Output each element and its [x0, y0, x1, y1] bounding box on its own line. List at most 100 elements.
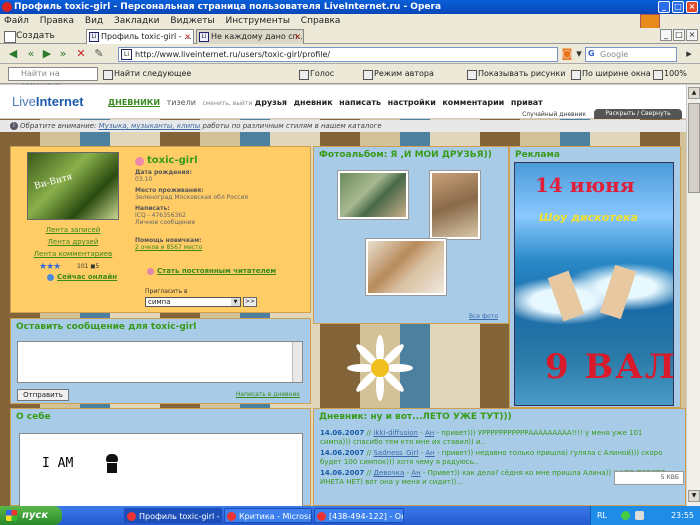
random-diary-link[interactable]: Случайный дневник [522, 111, 586, 118]
tab-minimize-icon[interactable]: _ [660, 29, 672, 41]
forward-icon[interactable]: ▶ [40, 47, 54, 61]
vertical-scrollbar[interactable]: ▲ ▼ [686, 85, 700, 506]
search-input[interactable]: G Google [585, 47, 677, 62]
tab-close-icon[interactable]: × [184, 30, 191, 44]
url-field[interactable]: Li http://www.liveinternet.ru/users/toxi… [118, 47, 558, 62]
scroll-up-icon[interactable]: ▲ [688, 87, 700, 99]
volume-tray-icon[interactable] [635, 511, 644, 520]
all-photos-link[interactable]: Все фото [469, 313, 498, 320]
nav-diary[interactable]: дневник [294, 98, 333, 107]
taskbar: пуск Профиль toxic-girl - ... Критика - … [0, 506, 700, 525]
search-placeholder: Google [600, 50, 629, 59]
ad-banner[interactable]: 14 июня Шоу дискотека 9 ВАЛ [514, 162, 674, 406]
send-button[interactable]: Отправить [17, 389, 69, 401]
taskbar-item-opera[interactable]: Профиль toxic-girl - ... [124, 508, 222, 523]
dropdown-icon[interactable]: ▾ [572, 47, 586, 61]
url-text: http://www.liveinternet.ru/users/toxic-g… [135, 50, 331, 59]
about-text: I AM [42, 456, 74, 471]
tab-close-all-icon[interactable]: × [686, 29, 698, 41]
search-go-icon[interactable]: ▸ [682, 47, 696, 61]
message-textarea[interactable] [17, 341, 303, 383]
start-button[interactable]: пуск [0, 506, 62, 525]
author-mode-button[interactable]: Режим автора [362, 67, 434, 81]
tab-profile[interactable]: Li Профиль toxic-girl - ... × [86, 29, 194, 44]
rewind-icon[interactable]: « [24, 47, 38, 61]
scroll-down-icon[interactable]: ▼ [688, 490, 700, 502]
nav-settings[interactable]: настройки [388, 98, 436, 107]
about-block: О себе I AM [10, 408, 311, 506]
new-tab-button[interactable]: Создать вкладку [2, 29, 78, 55]
invite-go-button[interactable]: >> [243, 297, 257, 307]
tab-second[interactable]: Li Не каждому дано сп... × [196, 29, 304, 44]
photo-thumb[interactable] [430, 171, 480, 239]
fit-width-button[interactable]: По ширине окна [570, 67, 651, 81]
invite-select[interactable]: симпа [145, 297, 241, 307]
zoom-control[interactable]: 100% [652, 67, 687, 81]
menu-help[interactable]: Справка [301, 16, 341, 26]
message-block: Оставить сообщение для toxic-girl Отправ… [10, 318, 311, 404]
ad-date: 14 июня [535, 173, 635, 197]
menu-tools[interactable]: Инструменты [226, 16, 290, 26]
window-title-bar: Профиль toxic-girl - Персональная страни… [0, 0, 700, 14]
lang-indicator[interactable]: RL [597, 506, 607, 525]
taskbar-item-word[interactable]: Критика - Microsoft ... [224, 508, 312, 523]
feed-friends-link[interactable]: Лента друзей [11, 238, 135, 246]
help-link[interactable]: 2 очков и 8567 место [135, 244, 202, 251]
menu-widgets[interactable]: Виджеты [170, 16, 214, 26]
find-next-button[interactable]: Найти следующее [102, 67, 191, 81]
back-icon[interactable]: ◀ [6, 47, 20, 61]
field-help: Помощь новичкам: 2 очков и 8567 место [135, 237, 203, 251]
menu-view[interactable]: Вид [85, 16, 103, 26]
photo-thumb[interactable] [338, 171, 408, 219]
minimize-icon[interactable]: _ [658, 1, 670, 13]
expand-collapse-button[interactable]: Раскрыть / Свернуть [594, 109, 682, 119]
nav-interests[interactable]: тизели [167, 98, 196, 107]
taskbar-item-icq[interactable]: [438-494-122] - Окн... [314, 508, 404, 523]
liveinternet-favicon-icon: Li [89, 32, 99, 42]
avatar[interactable]: Ви-Витя [27, 152, 119, 220]
username[interactable]: toxic-girl [135, 155, 198, 166]
liveinternet-favicon-icon: Li [199, 32, 209, 42]
maximize-icon[interactable]: □ [672, 1, 684, 13]
nav-diaries[interactable]: ДНЕВНИКИ [108, 98, 160, 107]
feed-posts-link[interactable]: Лента записей [11, 226, 135, 234]
close-icon[interactable]: × [686, 1, 698, 13]
photo-thumb[interactable] [366, 239, 446, 295]
find-input[interactable]: Найти на странице [8, 67, 98, 90]
ad-title: Реклама [515, 150, 560, 160]
window-title: Профиль toxic-girl - Персональная страни… [14, 2, 442, 12]
nav-comments[interactable]: комментарии [442, 98, 504, 107]
tab-close-icon[interactable]: × [294, 30, 301, 44]
nav-interests-note[interactable]: сменить, выйти [202, 100, 252, 107]
nav-private[interactable]: приват [511, 98, 543, 107]
write-diary-link[interactable]: Написать в дневник [236, 391, 300, 398]
edit-icon[interactable]: ✎ [92, 47, 106, 61]
diary-block: Дневник: ну и вот...ЛЕТО УЖЕ ТУТ))) 14.0… [313, 408, 686, 506]
ad-block: Реклама 14 июня Шоу дискотека 9 ВАЛ [509, 146, 681, 408]
voice-button[interactable]: Голос [298, 67, 334, 81]
clock: 23:55 [670, 511, 694, 520]
notice-link[interactable]: Музыка, музыканты, клипы [99, 122, 201, 130]
photo-album-title: Фотоальбом: Я ,И МОИ ДРУЗЬЯ)) [319, 150, 492, 160]
subscribe-link[interactable]: Стать постоянным читателем [147, 267, 276, 275]
menu-edit[interactable]: Правка [40, 16, 74, 26]
liveinternet-logo[interactable]: LiveInternet [12, 94, 84, 109]
scroll-thumb[interactable] [688, 103, 700, 193]
fast-forward-icon[interactable]: » [56, 47, 70, 61]
nav-write[interactable]: написать [339, 98, 381, 107]
page-viewport: LiveInternet ДНЕВНИКИ тизели сменить, вы… [0, 85, 686, 506]
site-header: LiveInternet ДНЕВНИКИ тизели сменить, вы… [0, 85, 686, 119]
status-popup: 5 КВБ [614, 471, 684, 485]
menu-file[interactable]: Файл [4, 16, 29, 26]
icq-tray-icon[interactable] [621, 511, 630, 520]
tab-restore-icon[interactable]: □ [673, 29, 685, 41]
wave-decoration [515, 259, 673, 329]
rating-stars-icon: ★★★ [39, 262, 61, 272]
menu-bookmarks[interactable]: Закладки [114, 16, 160, 26]
show-images-button[interactable]: Показывать рисунки [466, 67, 565, 81]
feed-comments-link[interactable]: Лента комментариев [11, 250, 135, 258]
online-status[interactable]: Сейчас онлайн [47, 273, 117, 281]
nav-friends[interactable]: друзья [255, 98, 287, 107]
private-message-link[interactable]: Личное сообщение [135, 219, 195, 226]
stop-icon[interactable]: ✕ [74, 47, 88, 61]
